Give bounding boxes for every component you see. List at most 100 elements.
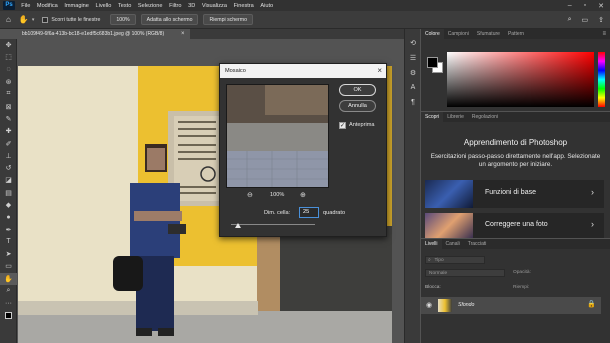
tab-tracciati[interactable]: Tracciati	[464, 239, 491, 249]
adjust-icon[interactable]: ⚙	[405, 65, 421, 80]
tab-scopri[interactable]: Scopri	[421, 112, 444, 122]
history-brush-tool-icon[interactable]: ↺	[0, 162, 17, 174]
learn-card-basics[interactable]: Funzioni di base ›	[425, 180, 604, 208]
eraser-tool-icon[interactable]: ◪	[0, 174, 17, 186]
history-icon[interactable]: ⟲	[405, 35, 421, 50]
more-tools-icon[interactable]: ···	[0, 297, 17, 309]
cell-size-slider-track[interactable]	[231, 224, 315, 225]
menu-3d[interactable]: 3D	[185, 3, 199, 9]
tab-colore[interactable]: Colore	[421, 29, 444, 39]
preview-image	[227, 85, 328, 187]
close-window-icon[interactable]: ✕	[598, 2, 604, 10]
color-swatch-icon[interactable]	[0, 310, 17, 322]
menu-immagine[interactable]: Immagine	[61, 3, 92, 9]
tab-livelli[interactable]: Livelli	[421, 239, 442, 249]
menu-finestra[interactable]: Finestra	[230, 3, 257, 9]
home-icon[interactable]: ⌂	[6, 15, 11, 24]
mosaic-dialog-title: Mosaico	[225, 68, 246, 74]
workspace-icon[interactable]: ▭	[582, 16, 589, 24]
zoom-in-icon[interactable]: ⊕	[300, 191, 306, 199]
tab-regolazioni[interactable]: Regolazioni	[468, 112, 502, 122]
dialog-close-icon[interactable]: ×	[377, 64, 382, 78]
menu-bar: Ps File Modifica Immagine Livello Testo …	[0, 0, 610, 11]
tab-campioni[interactable]: Campioni	[444, 29, 473, 39]
tab-pattern[interactable]: Pattern	[504, 29, 528, 39]
cell-size-label: Dim. cella:	[264, 210, 291, 216]
dodge-tool-icon[interactable]: ●	[0, 211, 17, 223]
brush-tool-icon[interactable]: ✐	[0, 137, 17, 149]
menu-filtro[interactable]: Filtro	[166, 3, 185, 9]
eyedropper-tool-icon[interactable]: ✎	[0, 113, 17, 125]
zoom-out-icon[interactable]: ⊖	[247, 191, 253, 199]
character-icon[interactable]: A	[405, 80, 421, 95]
close-tab-icon[interactable]: ×	[181, 29, 185, 39]
gradient-tool-icon[interactable]: ▤	[0, 187, 17, 199]
quick-select-tool-icon[interactable]: ⊛	[0, 76, 17, 88]
preview-checkbox[interactable]: ✓	[339, 122, 346, 129]
eye-icon[interactable]: ◉	[426, 301, 432, 309]
paragraph-icon[interactable]: ¶	[405, 95, 421, 110]
layer-kind-filter[interactable]: ⌕ Tipo	[425, 256, 485, 264]
foreground-swatch-front[interactable]	[427, 57, 438, 68]
document-tab[interactable]: bb109f49-6f6a-413b-bc18-e1edf5c683b1.jpe…	[18, 29, 190, 39]
card-thumbnail-fix-photo	[425, 213, 473, 238]
menu-testo[interactable]: Testo	[115, 3, 135, 9]
color-panel-tabs: Colore Campioni Sfumature Pattern ≡	[421, 29, 610, 39]
maximize-icon[interactable]: ▫	[584, 2, 586, 9]
fit-screen-button[interactable]: Adatta allo schermo	[140, 14, 199, 25]
type-tool-icon[interactable]: T	[0, 236, 17, 248]
panel-menu-icon[interactable]: ≡	[602, 31, 606, 37]
zoom-100-button[interactable]: 100%	[110, 14, 136, 25]
stamp-tool-icon[interactable]: ⊥	[0, 150, 17, 162]
frame-tool-icon[interactable]: ⊠	[0, 100, 17, 112]
mosaic-dialog: Mosaico × ⊖ 100% ⊕ OK Annulla ✓ Anteprim…	[219, 63, 387, 237]
pen-tool-icon[interactable]: ✒	[0, 223, 17, 235]
menu-file[interactable]: File	[18, 3, 34, 9]
learn-panel: Scopri Librerie Regolazioni Apprendiment…	[421, 112, 610, 238]
learn-card-fix-photo[interactable]: Correggere una foto ›	[425, 213, 604, 238]
card-label-fix-photo: Correggere una foto	[485, 221, 548, 228]
ok-button[interactable]: OK	[339, 84, 376, 96]
cancel-button[interactable]: Annulla	[339, 100, 376, 112]
menu-visualizza[interactable]: Visualizza	[199, 3, 231, 9]
menu-selezione[interactable]: Selezione	[135, 3, 166, 9]
lasso-tool-icon[interactable]: ◌	[0, 64, 17, 76]
search-icon[interactable]: ⌕	[568, 16, 572, 24]
cell-size-input[interactable]: 25	[299, 207, 319, 218]
move-tool-icon[interactable]: ✥	[0, 39, 17, 51]
tool-preset-chevron-icon[interactable]: ▾	[32, 17, 35, 23]
tab-canali[interactable]: Canali	[442, 239, 464, 249]
path-select-tool-icon[interactable]: ➤	[0, 248, 17, 260]
minimize-icon[interactable]: –	[568, 2, 572, 9]
zoom-tool-icon[interactable]: ⌕	[0, 285, 17, 297]
options-bar: ⌂ ✋ ▾ Scorri tutte le finestre 100% Adat…	[0, 11, 610, 29]
tab-librerie[interactable]: Librerie	[443, 112, 468, 122]
scroll-all-checkbox[interactable]	[42, 16, 49, 23]
lock-icon: 🔒	[587, 301, 596, 308]
menu-modifica[interactable]: Modifica	[34, 3, 61, 9]
document-tab-bar: bb109f49-6f6a-413b-bc18-e1edf5c683b1.jpe…	[18, 29, 404, 39]
marquee-tool-icon[interactable]: ⬚	[0, 51, 17, 63]
properties-icon[interactable]: ☰	[405, 50, 421, 65]
hue-slider[interactable]	[598, 52, 605, 107]
layer-row-background[interactable]: ◉ Sfondo 🔒	[421, 297, 601, 314]
crop-tool-icon[interactable]: ⌗	[0, 88, 17, 100]
tools-panel: ✥ ⬚ ◌ ⊛ ⌗ ⊠ ✎ ✚ ✐ ⊥ ↺ ◪ ▤ ◆ ● ✒ T ➤ ▭ ✋ …	[0, 39, 17, 343]
card-thumbnail-basics	[425, 180, 473, 208]
color-field[interactable]	[447, 52, 594, 107]
mosaic-preview[interactable]	[226, 84, 329, 188]
cell-size-slider-thumb[interactable]	[235, 223, 241, 228]
share-icon[interactable]: ⇪	[598, 16, 604, 24]
healing-tool-icon[interactable]: ✚	[0, 125, 17, 137]
hand-icon[interactable]: ✋	[19, 15, 29, 24]
blur-tool-icon[interactable]: ◆	[0, 199, 17, 211]
photoshop-logo: Ps	[3, 1, 15, 10]
menu-aiuto[interactable]: Aiuto	[257, 3, 276, 9]
menu-livello[interactable]: Livello	[92, 3, 114, 9]
hand-tool-icon[interactable]: ✋	[0, 272, 17, 285]
blend-mode-select[interactable]: Normale	[425, 269, 505, 277]
tab-sfumature[interactable]: Sfumature	[473, 29, 504, 39]
fill-screen-button[interactable]: Riempi schermo	[203, 14, 253, 25]
shape-tool-icon[interactable]: ▭	[0, 260, 17, 272]
learn-subtitle: Esercitazioni passo-passo direttamente n…	[430, 153, 601, 168]
